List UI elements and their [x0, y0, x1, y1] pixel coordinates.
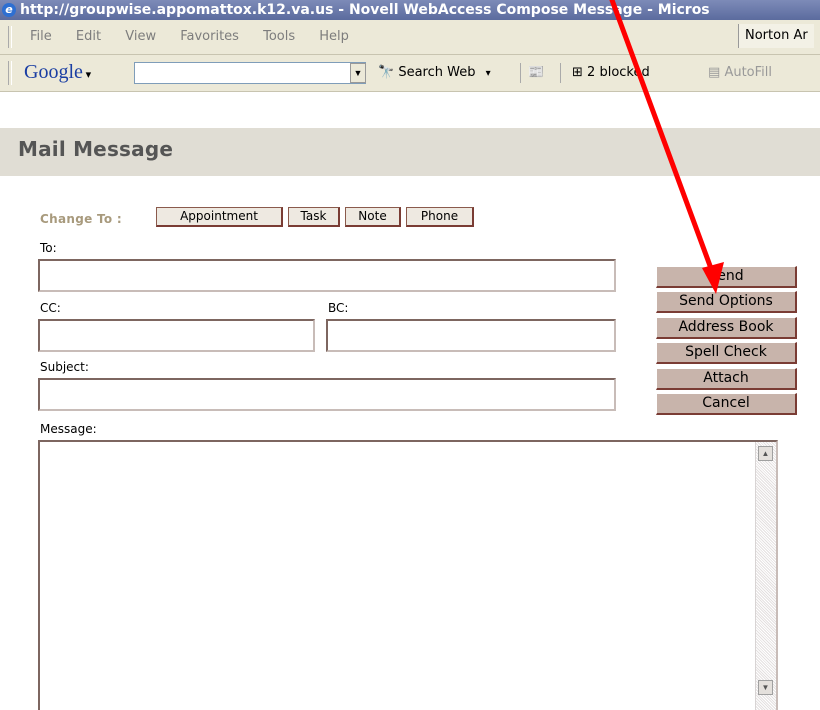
autofill-label: AutoFill [724, 65, 772, 80]
send-options-button[interactable]: Send Options [656, 291, 797, 313]
page-title: Mail Message [18, 137, 174, 161]
toolbar-separator [520, 63, 521, 83]
google-logo-button[interactable]: Google ▾ [24, 61, 91, 84]
popup-blocker-button[interactable]: ⊞ 2 blocked [572, 65, 650, 80]
message-scrollbar[interactable]: ▲ ▼ [755, 442, 776, 710]
menu-tools[interactable]: Tools [263, 29, 295, 44]
window-title-bar: e http://groupwise.appomattox.k12.va.us -… [0, 0, 820, 20]
spell-check-button[interactable]: Spell Check [656, 342, 797, 364]
ie-logo-icon: e [2, 3, 16, 17]
cc-field[interactable] [38, 319, 315, 352]
search-web-label: Search Web [398, 65, 476, 80]
autofill-icon: ▤ [708, 65, 721, 80]
page-header: Mail Message [0, 128, 820, 176]
to-field[interactable] [38, 259, 616, 292]
menu-bar: File Edit View Favorites Tools Help Nort… [0, 20, 820, 55]
binoculars-icon: 🔭 [378, 65, 395, 80]
to-label: To: [40, 241, 57, 255]
send-button[interactable]: Send [656, 266, 797, 288]
subject-field[interactable] [38, 378, 616, 411]
bc-field[interactable] [326, 319, 616, 352]
blocked-count: 2 blocked [587, 65, 650, 80]
subject-label: Subject: [40, 360, 89, 374]
note-button[interactable]: Note [345, 207, 401, 227]
scroll-down-icon[interactable]: ▼ [758, 680, 773, 695]
search-dropdown-button[interactable]: ▼ [350, 63, 366, 83]
cancel-button[interactable]: Cancel [656, 393, 797, 415]
task-button[interactable]: Task [288, 207, 340, 227]
message-textarea[interactable]: ▲ ▼ [38, 440, 778, 710]
menu-help[interactable]: Help [319, 29, 349, 44]
chevron-down-icon: ▾ [485, 68, 491, 79]
news-icon[interactable]: 📰 [528, 65, 544, 80]
google-logo: Google [24, 61, 83, 83]
appointment-button[interactable]: Appointment [156, 207, 283, 227]
menu-file[interactable]: File [30, 29, 52, 44]
norton-toolbar-button[interactable]: Norton Ar [738, 24, 814, 48]
menu-edit[interactable]: Edit [76, 29, 101, 44]
toolbar-grip[interactable] [8, 26, 12, 48]
phone-button[interactable]: Phone [406, 207, 474, 227]
popup-blocker-icon: ⊞ [572, 65, 583, 80]
autofill-button[interactable]: ▤ AutoFill [708, 65, 772, 80]
cc-label: CC: [40, 301, 61, 315]
google-toolbar: Google ▾ ▼ 🔭 Search Web ▾ 📰 ⊞ 2 blocked … [0, 55, 820, 92]
toolbar-separator [560, 63, 561, 83]
change-to-label: Change To : [40, 212, 123, 226]
toolbar-grip[interactable] [8, 61, 12, 85]
message-label: Message: [40, 422, 97, 436]
attach-button[interactable]: Attach [656, 368, 797, 390]
bc-label: BC: [328, 301, 349, 315]
chevron-down-icon: ▾ [82, 69, 92, 81]
window-title: http://groupwise.appomattox.k12.va.us - … [20, 2, 710, 18]
scroll-up-icon[interactable]: ▲ [758, 446, 773, 461]
search-web-button[interactable]: 🔭 Search Web ▾ [378, 65, 491, 80]
menu-view[interactable]: View [125, 29, 156, 44]
menu-favorites[interactable]: Favorites [180, 29, 239, 44]
google-search-input[interactable] [134, 62, 366, 84]
address-book-button[interactable]: Address Book [656, 317, 797, 339]
